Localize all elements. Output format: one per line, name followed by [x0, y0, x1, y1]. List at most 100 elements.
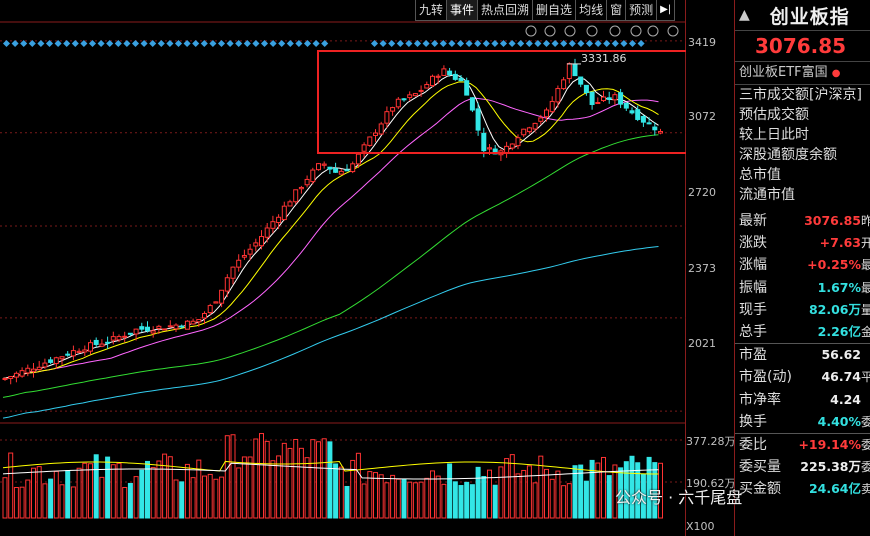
candle-body — [412, 93, 418, 97]
info-item[interactable]: 总市值 — [739, 165, 870, 185]
volume-bar — [48, 478, 54, 519]
candle-body — [464, 80, 470, 96]
toolbar-events[interactable]: 事件 — [446, 0, 479, 21]
candle-body — [447, 70, 453, 76]
volume-bar — [53, 470, 59, 519]
lock-icon — [609, 25, 621, 37]
quote-stat-key: 总手 — [739, 323, 767, 340]
kline-chart-area[interactable] — [0, 0, 686, 536]
dropdown-triangle-icon[interactable]: ▲ — [739, 7, 750, 23]
brush-icon — [525, 25, 537, 37]
candle-body — [236, 259, 242, 268]
volume-bar — [70, 486, 76, 519]
volume-bar — [236, 467, 242, 519]
zoom-in-icon — [647, 25, 659, 37]
candle-body — [344, 169, 350, 172]
toolbar-forecast[interactable]: 预测 — [625, 0, 658, 21]
quote-stat-key: 最新 — [739, 213, 767, 229]
candle-body — [88, 342, 93, 352]
volume-bar — [8, 452, 14, 519]
volume-bar — [395, 478, 401, 519]
volume-bar — [247, 456, 253, 519]
candle-body — [424, 84, 430, 89]
quote-stat-suffix: 委 — [861, 414, 870, 429]
candle-body — [487, 147, 492, 150]
event-diamond-icon — [157, 39, 165, 48]
volume-bar — [213, 478, 219, 519]
peak-price-annotation: 3331.86 — [581, 52, 627, 65]
volume-bar — [475, 466, 481, 519]
volume-bar — [145, 460, 150, 519]
candle-body — [515, 137, 521, 147]
info-item[interactable]: 三市成交额[沪深京] — [739, 85, 870, 105]
volume-bar — [179, 481, 185, 519]
candle-body — [430, 75, 435, 87]
ma20-line — [2, 97, 659, 379]
event-diamond-icon — [63, 39, 71, 48]
event-diamond-icon — [286, 39, 294, 48]
info-item[interactable]: 流通市值 — [739, 185, 870, 205]
volume-bar — [504, 458, 510, 519]
quote-stat-row: 振幅 1.67% 最 — [735, 277, 870, 299]
info-item[interactable]: 预估成交额 — [739, 105, 870, 125]
quote-stat-key: 换手 — [739, 413, 767, 430]
volume-bar — [469, 484, 475, 519]
toolbar-moving-average[interactable]: 均线 — [575, 0, 608, 21]
volume-bar — [401, 479, 407, 519]
candle-body — [469, 97, 475, 111]
volume-bar — [583, 480, 589, 519]
volume-bar — [435, 475, 441, 519]
quote-stat-suffix: 昨 — [861, 214, 870, 228]
event-diamond-icon — [321, 39, 329, 48]
candle-body — [526, 127, 532, 133]
quote-stat-value: 1.67% — [817, 279, 861, 295]
candle-body — [572, 63, 578, 77]
candle-body — [122, 335, 128, 338]
candle-body — [116, 336, 122, 341]
event-diamond-icon — [312, 39, 320, 48]
candle-body — [230, 266, 236, 279]
candle-body — [167, 325, 173, 328]
candle-body — [635, 109, 641, 120]
toolbar-window[interactable]: 窗 — [606, 0, 627, 21]
quote-stat-suffix: 量 — [861, 302, 870, 317]
candle-body — [213, 301, 219, 304]
volume-bar — [184, 463, 190, 519]
volume-bar — [304, 457, 310, 519]
candle-body — [310, 169, 316, 183]
kline-chart[interactable] — [0, 0, 686, 536]
volume-bar — [230, 434, 236, 519]
volume-bar — [549, 478, 555, 519]
toolbar-remove-watchlist[interactable]: 删自选 — [532, 0, 577, 21]
info-item[interactable]: 深股通额度余额 — [739, 145, 870, 165]
quote-stat-key: 涨幅 — [739, 257, 767, 274]
event-diamond-icon — [508, 39, 516, 48]
toolbar-collapse-icon[interactable]: ▶| — [656, 0, 676, 21]
candle-body — [566, 63, 572, 80]
volume-bar — [122, 486, 128, 519]
volume-bar — [333, 463, 339, 519]
candle-body — [561, 79, 567, 90]
event-diamond-icon — [637, 39, 645, 48]
quote-stat-suffix: 开 — [861, 236, 870, 251]
candle-body — [538, 117, 544, 122]
event-diamond-icon — [611, 39, 619, 48]
event-diamond-icon — [192, 39, 200, 48]
candle-body — [145, 326, 150, 332]
info-item[interactable]: 较上日此时 — [739, 125, 870, 145]
candle-body — [640, 115, 646, 123]
toolbar-jiuzhuan[interactable]: 九转 — [415, 0, 448, 21]
volume-bar — [378, 474, 384, 519]
quote-stat-key: 委买量 — [739, 459, 781, 476]
volume-bar — [515, 473, 521, 519]
event-diamond-icon — [278, 39, 286, 48]
volume-bar — [139, 469, 145, 519]
related-etf-link[interactable]: 创业板ETF富国 ● — [735, 62, 870, 85]
price-tick-label: 2720 — [688, 186, 716, 199]
candle-body — [304, 178, 310, 186]
candle-body — [618, 92, 624, 105]
candle-body — [521, 128, 527, 136]
event-diamond-icon — [37, 39, 45, 48]
toolbar-hotspot-review[interactable]: 热点回溯 — [477, 0, 534, 21]
volume-bar — [65, 470, 71, 519]
